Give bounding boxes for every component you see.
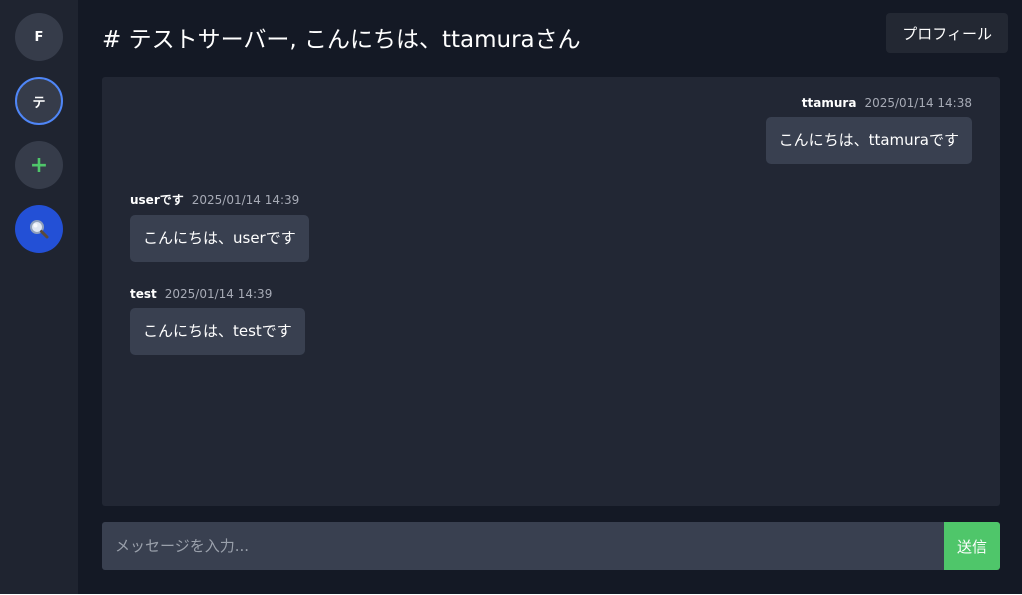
message-bubble: こんにちは、ttamuraです	[765, 117, 972, 164]
message-list: ttamura 2025/01/14 14:38 こんにちは、ttamuraです…	[102, 77, 1000, 506]
message-input[interactable]	[102, 522, 944, 570]
message-author: ttamura	[801, 96, 857, 110]
message-composer: 送信	[102, 522, 1000, 570]
message-timestamp: 2025/01/14 14:39	[191, 193, 300, 207]
server-initial: テ	[32, 95, 46, 111]
message-author: userです	[130, 193, 184, 207]
server-initial: F	[34, 29, 44, 45]
add-server-button[interactable]: +	[15, 141, 63, 189]
page-title: # テストサーバー, こんにちは、ttamuraさん	[102, 27, 581, 53]
message-meta: ttamura 2025/01/14 14:38	[766, 96, 972, 110]
main-area: # テストサーバー, こんにちは、ttamuraさん プロフィール ttamur…	[78, 0, 1022, 594]
message-meta: test 2025/01/14 14:39	[130, 287, 305, 301]
message-item: ttamura 2025/01/14 14:38 こんにちは、ttamuraです	[765, 96, 972, 164]
profile-button-label: プロフィール	[902, 24, 992, 43]
message-meta: userです 2025/01/14 14:39	[130, 191, 309, 208]
message-author: test	[130, 287, 157, 301]
message-timestamp: 2025/01/14 14:38	[864, 96, 972, 110]
message-bubble: こんにちは、testです	[130, 308, 305, 355]
message-item: test 2025/01/14 14:39 こんにちは、testです	[130, 287, 305, 355]
profile-button[interactable]: プロフィール	[886, 13, 1008, 53]
search-button[interactable]	[15, 205, 63, 253]
send-button[interactable]: 送信	[944, 522, 1000, 570]
plus-icon: +	[29, 152, 49, 178]
message-item: userです 2025/01/14 14:39 こんにちは、userです	[130, 191, 309, 262]
chat-app: F テ + # テストサーバー, こんにちは、ttamuraさん プロフィール …	[0, 0, 1022, 594]
message-bubble: こんにちは、userです	[130, 215, 309, 262]
magnifier-icon	[30, 220, 49, 239]
server-button-f[interactable]: F	[15, 13, 63, 61]
server-button-test[interactable]: テ	[15, 77, 63, 125]
server-sidebar: F テ +	[0, 0, 78, 594]
message-timestamp: 2025/01/14 14:39	[164, 287, 273, 301]
